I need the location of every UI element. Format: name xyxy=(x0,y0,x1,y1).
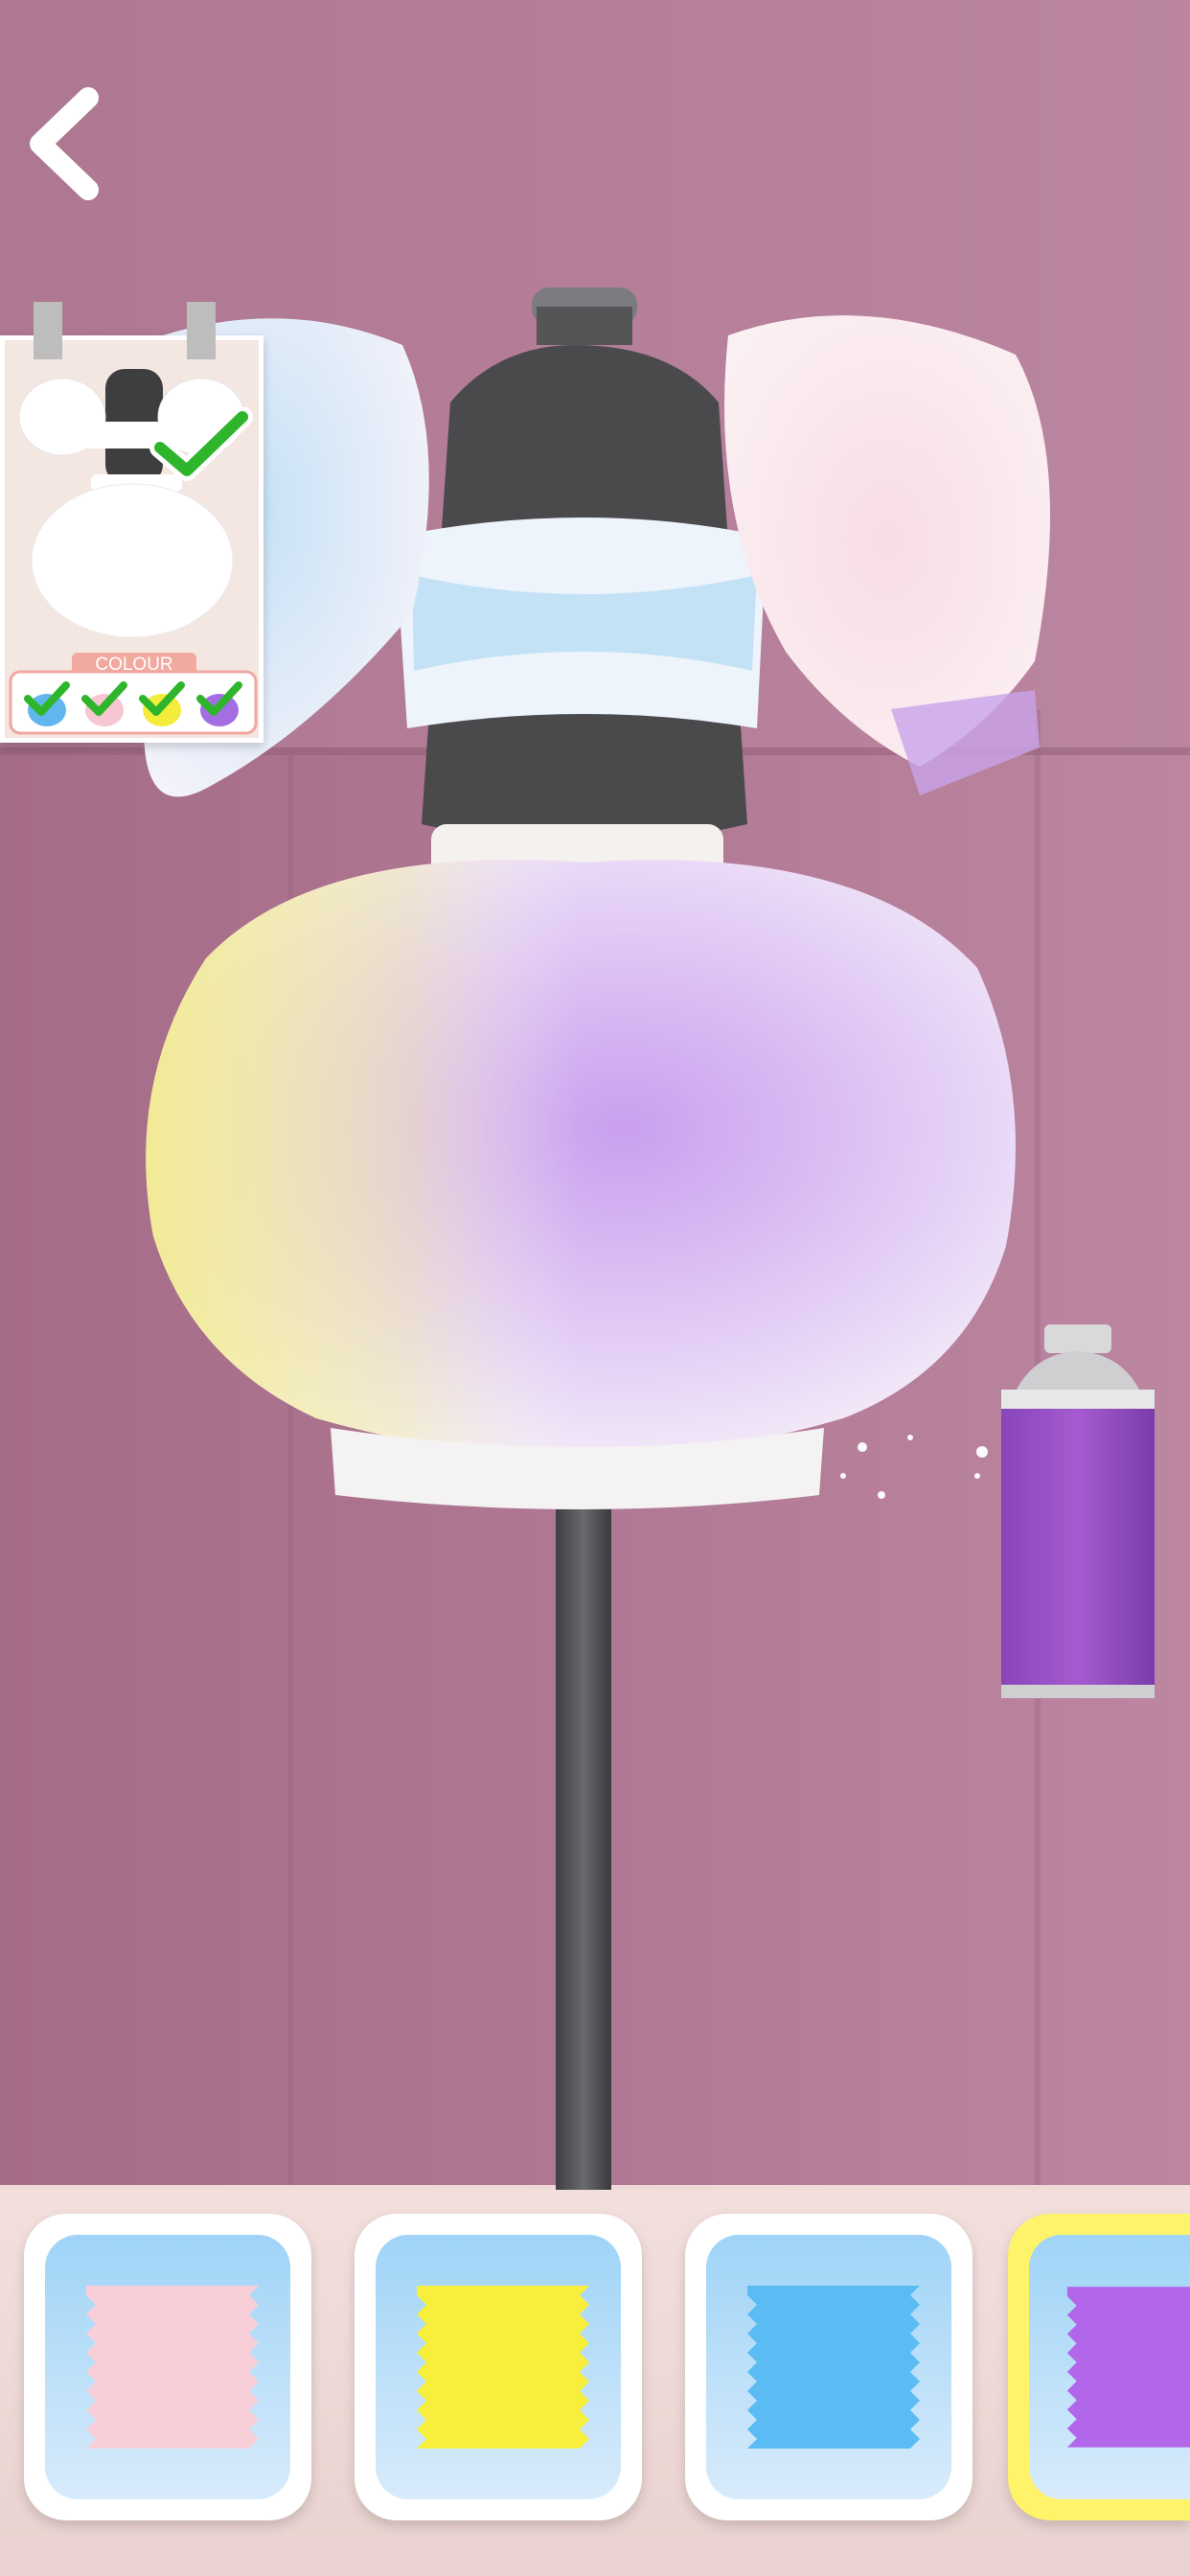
fabric-blue-icon xyxy=(747,2286,920,2449)
reference-card: COLOUR xyxy=(0,302,263,743)
swatch-yellow[interactable] xyxy=(355,2214,642,2520)
swatch-purple-selected[interactable] xyxy=(1008,2214,1190,2520)
swatch-blue[interactable] xyxy=(685,2214,973,2520)
chevron-left-icon xyxy=(30,87,99,200)
game-scene: COLOUR xyxy=(0,0,1190,2576)
back-button[interactable] xyxy=(17,84,109,203)
spray-can[interactable] xyxy=(996,1324,1159,1708)
fabric-yellow-icon xyxy=(417,2286,589,2449)
check-icon xyxy=(149,407,253,481)
fabric-purple-icon xyxy=(1066,2287,1190,2448)
swatch-pink[interactable] xyxy=(24,2214,311,2520)
fabric-pink-icon xyxy=(86,2286,259,2449)
color-checklist xyxy=(9,670,258,735)
spray-can-icon xyxy=(1001,1324,1155,1698)
